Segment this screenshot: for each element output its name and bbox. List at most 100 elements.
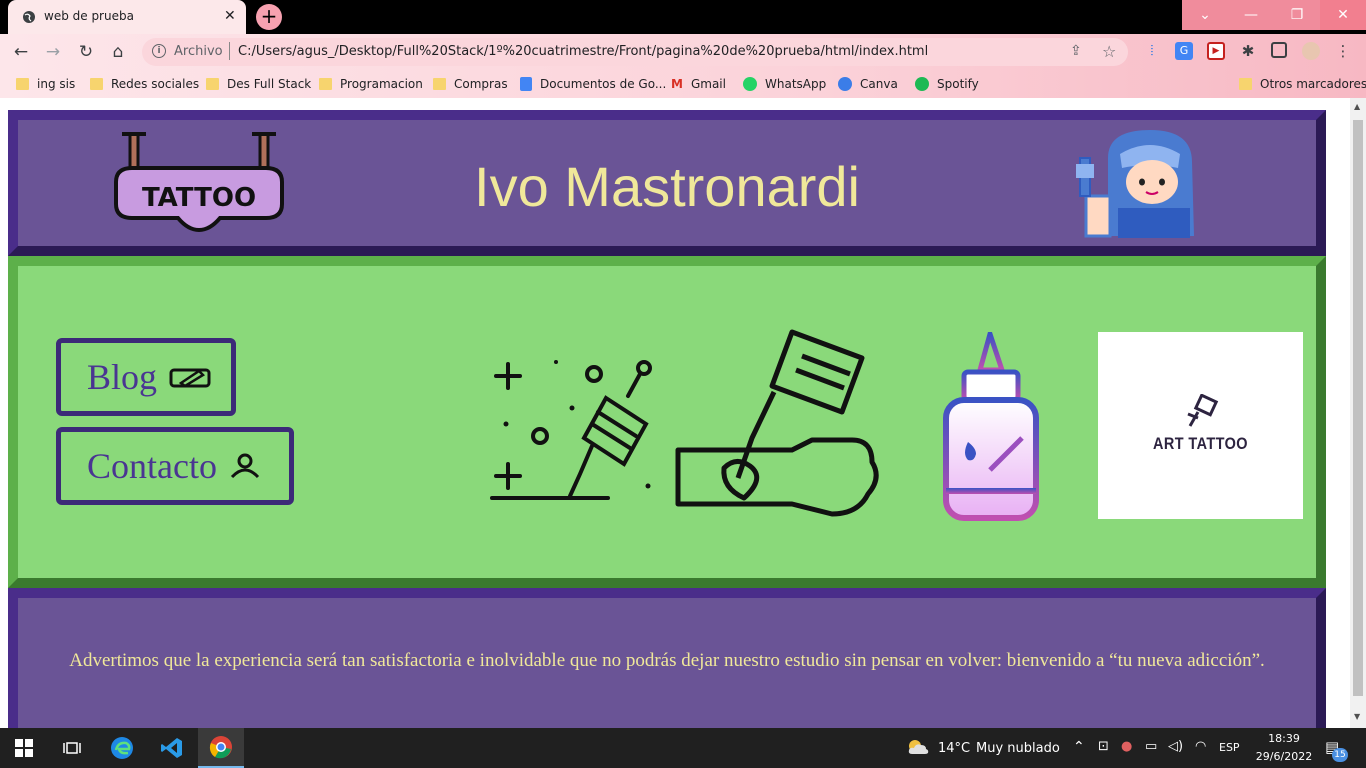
url-text[interactable]: C:/Users/agus_/Desktop/Full%20Stack/1º%2… (238, 44, 928, 59)
info-icon[interactable]: i (152, 44, 166, 58)
read-aloud-extension-icon[interactable]: ⦙ (1143, 42, 1161, 60)
tattoo-machine-small-icon (1187, 394, 1219, 427)
bookmark-label: Spotify (937, 77, 979, 91)
footer-tagline: Advertimos que la experiencia será tan s… (69, 650, 1265, 671)
browser-tab[interactable]: web de prueba ✕ (8, 0, 246, 34)
tab-close-icon[interactable]: ✕ (224, 8, 236, 24)
bookmark-redes-sociales[interactable]: Redes sociales (90, 76, 199, 92)
spotify-icon (915, 77, 929, 91)
scrollbar-thumb[interactable] (1353, 120, 1363, 696)
antivirus-icon[interactable]: ● (1121, 739, 1132, 754)
bookmark-programacion[interactable]: Programacion (319, 76, 423, 92)
address-divider (229, 42, 230, 60)
minimize-button[interactable]: — (1228, 0, 1274, 30)
close-window-button[interactable]: ✕ (1320, 0, 1366, 30)
bookmark-label: ing sis (37, 77, 76, 91)
bookmark-gmail[interactable]: M Gmail (671, 76, 726, 92)
tab-search-button[interactable]: ⌄ (1182, 0, 1228, 30)
windows-start-icon[interactable] (8, 728, 40, 768)
chevron-up-icon[interactable]: ⌃ (1073, 739, 1085, 755)
windows-taskbar: 14°C Muy nublado ⌃ ⊡ ● ▭ ◁) ◠ ESP 18:39 … (0, 728, 1366, 768)
folder-icon (319, 78, 332, 90)
bookmarks-bar: ing sis Redes sociales Des Full Stack Pr… (0, 70, 1366, 98)
art-tattoo-logo-card: ART TATTOO (1098, 332, 1303, 519)
cloud-weather-icon (908, 740, 929, 754)
bookmark-whatsapp[interactable]: WhatsApp (743, 76, 826, 92)
bookmark-label: Gmail (690, 77, 726, 91)
task-view-icon[interactable] (56, 728, 88, 768)
maximize-button[interactable]: ❐ (1274, 0, 1320, 30)
back-button[interactable]: ← (10, 41, 32, 63)
ink-bottle-icon (943, 332, 1039, 521)
bookmark-canva[interactable]: Canva (838, 76, 898, 92)
bookmark-spotify[interactable]: Spotify (915, 76, 979, 92)
profile-avatar[interactable] (1302, 42, 1320, 60)
volume-icon[interactable]: ◁) (1168, 739, 1183, 754)
vscode-icon[interactable] (152, 728, 192, 768)
language-indicator[interactable]: ESP (1219, 741, 1240, 754)
google-docs-icon (520, 77, 532, 91)
weather-description: Muy nublado (976, 741, 1060, 756)
meet-now-icon[interactable]: ⊡ (1098, 739, 1109, 754)
page-scrollbar[interactable]: ▲ ▼ (1350, 98, 1366, 728)
new-tab-button[interactable]: + (256, 4, 282, 30)
blog-label: Blog (87, 357, 158, 397)
forward-button[interactable]: → (42, 41, 64, 63)
share-icon[interactable]: ⇪ (1070, 43, 1082, 59)
contact-button[interactable]: Contacto (56, 427, 294, 505)
bookmark-star-icon[interactable]: ☆ (1102, 42, 1116, 61)
page-header: TATTOO Ivo Mastronardi (8, 110, 1326, 256)
bookmark-label: Redes sociales (111, 77, 200, 91)
bookmark-documentos[interactable]: Documentos de Go... (520, 76, 666, 92)
contact-label: Contacto (87, 446, 217, 486)
user-icon (230, 453, 260, 479)
scroll-down-arrow-icon[interactable]: ▼ (1354, 712, 1360, 721)
art-tattoo-label: ART TATTOO (1153, 434, 1248, 453)
scheme-label: Archivo (174, 44, 223, 59)
folder-icon (16, 78, 29, 90)
gmail-icon: M (671, 77, 683, 91)
menu-kebab-icon[interactable]: ⋮ (1334, 42, 1352, 60)
bookmark-label: Otros marcadores (1260, 77, 1366, 91)
bookmark-otros-marcadores[interactable]: Otros marcadores (1239, 76, 1366, 92)
scroll-up-arrow-icon[interactable]: ▲ (1354, 102, 1360, 111)
tattooing-arm-icon (675, 329, 879, 517)
bookmark-ing-sis[interactable]: ing sis (16, 76, 75, 92)
bookmark-label: Documentos de Go... (540, 77, 667, 91)
video-extension-icon[interactable]: ▶ (1207, 42, 1225, 60)
bookmark-label: Programacion (340, 77, 423, 91)
notification-count-badge: 15 (1332, 748, 1348, 762)
tattoo-artist-avatar-icon (1076, 130, 1194, 238)
chrome-taskbar-icon[interactable] (198, 728, 244, 768)
clock-date[interactable]: 29/6/2022 (1250, 750, 1318, 763)
address-bar[interactable]: i Archivo C:/Users/agus_/Desktop/Full%20… (142, 38, 1128, 66)
page-viewport: TATTOO Ivo Mastronardi Blog Contacto ART… (0, 98, 1350, 728)
bookmark-label: Des Full Stack (227, 77, 312, 91)
bookmark-label: Canva (860, 77, 898, 91)
globe-icon (23, 11, 35, 23)
blog-button[interactable]: Blog (56, 338, 236, 416)
edge-browser-icon[interactable] (104, 728, 140, 768)
bookmark-label: WhatsApp (765, 77, 827, 91)
extensions-puzzle-icon[interactable]: ✱ (1239, 42, 1257, 60)
bookmark-label: Compras (454, 77, 508, 91)
reload-button[interactable]: ↻ (75, 41, 97, 63)
tab-strip: web de prueba ✕ + ⌄ — ❐ ✕ (0, 0, 1366, 34)
folder-icon (206, 78, 219, 90)
wifi-icon[interactable]: ◠ (1195, 739, 1206, 754)
canva-icon (838, 77, 852, 91)
bookmark-des-full-stack[interactable]: Des Full Stack (206, 76, 311, 92)
folder-icon (1239, 78, 1252, 90)
clock-time[interactable]: 18:39 (1254, 732, 1314, 745)
pencil-pad-icon (169, 368, 211, 388)
tattoo-machine-icon (490, 360, 652, 500)
bookmark-compras[interactable]: Compras (433, 76, 508, 92)
translate-extension-icon[interactable]: G (1175, 42, 1193, 60)
side-panel-icon[interactable] (1271, 42, 1287, 58)
page-footer: Advertimos que la experiencia será tan s… (8, 588, 1326, 728)
tab-title: web de prueba (44, 9, 134, 23)
folder-icon (90, 78, 103, 90)
home-button[interactable]: ⌂ (107, 41, 129, 63)
battery-icon[interactable]: ▭ (1145, 739, 1157, 754)
weather-temp: 14°C (938, 741, 971, 756)
